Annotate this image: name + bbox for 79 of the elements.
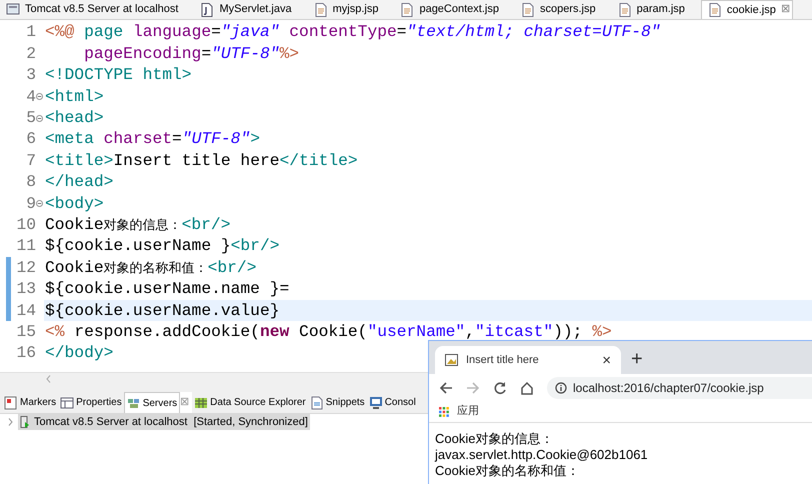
editor-tab[interactable]: MyServlet.java: [194, 0, 308, 19]
panel-tab[interactable]: Markers: [2, 392, 58, 413]
line-number: 2: [26, 42, 36, 65]
back-icon: [439, 380, 453, 394]
new-tab-icon[interactable]: +: [631, 346, 643, 374]
code-line: </head>: [44, 171, 114, 194]
line-number: 1: [26, 21, 36, 44]
server-item[interactable]: Tomcat v8.5 Server at localhost [Started, Synchronized]: [18, 414, 310, 430]
line-number: 3: [26, 64, 36, 86]
file-icon: [400, 2, 414, 16]
reload-icon: [493, 380, 507, 394]
file-icon: [618, 2, 632, 16]
servers-icon: [126, 396, 141, 410]
code-line: ${cookie.userName }<br/>: [44, 235, 280, 258]
page-text: Cookie对象的名称和值：: [435, 463, 580, 479]
grid-icon: [194, 396, 208, 410]
file-icon: [314, 2, 328, 16]
line-number: 5: [26, 107, 36, 130]
page-text: Cookie对象的信息：: [435, 431, 554, 447]
code-line: <body>: [44, 192, 104, 215]
bookmark-item[interactable]: 应用: [439, 403, 479, 420]
markers-icon: [4, 396, 18, 410]
editor-tab[interactable]: param.jsp: [612, 0, 701, 19]
browser-tab[interactable]: Insert title here ×: [435, 346, 621, 374]
file-icon: [708, 3, 722, 17]
editor-tab[interactable]: scopers.jsp: [514, 0, 612, 19]
code-line: <!DOCTYPE html>: [44, 64, 192, 86]
code-line: Cookie对象的名称和值：<br/>: [44, 256, 256, 279]
line-number: 10: [16, 214, 36, 236]
file-icon: [520, 2, 535, 16]
panel-tab[interactable]: Snippets: [308, 392, 367, 413]
page-text: javax.servlet.http.Cookie@602b1061: [435, 447, 649, 463]
collapse-icon[interactable]: [36, 200, 43, 208]
line-number: 8: [26, 171, 36, 194]
expand-icon[interactable]: [8, 418, 13, 426]
close-icon[interactable]: ×: [602, 352, 611, 368]
line-number: 11: [16, 235, 36, 258]
editor-tab[interactable]: Tomcat v8.5 Server at localhost: [0, 0, 194, 19]
code-line: pageEncoding="UTF-8"%>: [83, 42, 300, 65]
line-number: 13: [16, 278, 36, 300]
editor-tab[interactable]: pageContext.jsp: [394, 0, 515, 19]
line-number: 7: [26, 150, 36, 172]
line-number: 4: [26, 86, 36, 108]
table-icon: [60, 396, 74, 410]
code-line: <head>: [44, 107, 104, 130]
line-number: 15: [16, 320, 36, 343]
panel-tab[interactable]: Data Source Explorer: [192, 392, 308, 413]
line-number: 14: [16, 300, 36, 322]
grid-icon: [439, 406, 449, 416]
code-line: <%@ page language="java" contentType="text/html; charset=UTF-8": [44, 21, 661, 44]
info-icon: [555, 382, 567, 394]
code-line: Cookie对象的信息：<br/>: [44, 214, 230, 236]
server-icon: [20, 416, 30, 428]
file-icon: [310, 396, 324, 410]
line-number: 16: [16, 342, 36, 364]
code-line: <meta charset="UTF-8">: [44, 128, 260, 150]
image-icon: [445, 354, 458, 366]
panel-tab[interactable]: Servers: [124, 392, 180, 413]
home-icon: [520, 380, 534, 394]
panel-tab[interactable]: Properties: [58, 392, 124, 413]
line-number: 6: [26, 128, 36, 150]
line-number: 9: [26, 192, 36, 215]
close-icon[interactable]: ⊠: [780, 0, 794, 19]
code-line: <title>Insert title here</title>: [44, 150, 358, 172]
server-icon: [6, 2, 20, 16]
file-icon: [200, 2, 214, 16]
line-number: 12: [16, 256, 36, 279]
code-line: <% response.addCookie(new Cookie("userName","itcast")); %>: [44, 320, 612, 343]
code-line: </body>: [44, 342, 114, 364]
address-bar[interactable]: localhost:2016/chapter07/cookie.jsp: [547, 376, 812, 398]
code-line: ${cookie.userName.value}: [44, 300, 280, 322]
code-line: <html>: [44, 86, 104, 108]
collapse-icon[interactable]: [36, 93, 43, 100]
code-line: ${cookie.userName.name }=: [44, 278, 290, 300]
editor-tab[interactable]: myjsp.jsp: [308, 0, 394, 19]
panel-tab[interactable]: Consol: [366, 392, 418, 413]
collapse-icon[interactable]: [36, 114, 43, 122]
horizontal-scrollbar[interactable]: [0, 372, 428, 384]
monitor-icon: [368, 396, 383, 410]
